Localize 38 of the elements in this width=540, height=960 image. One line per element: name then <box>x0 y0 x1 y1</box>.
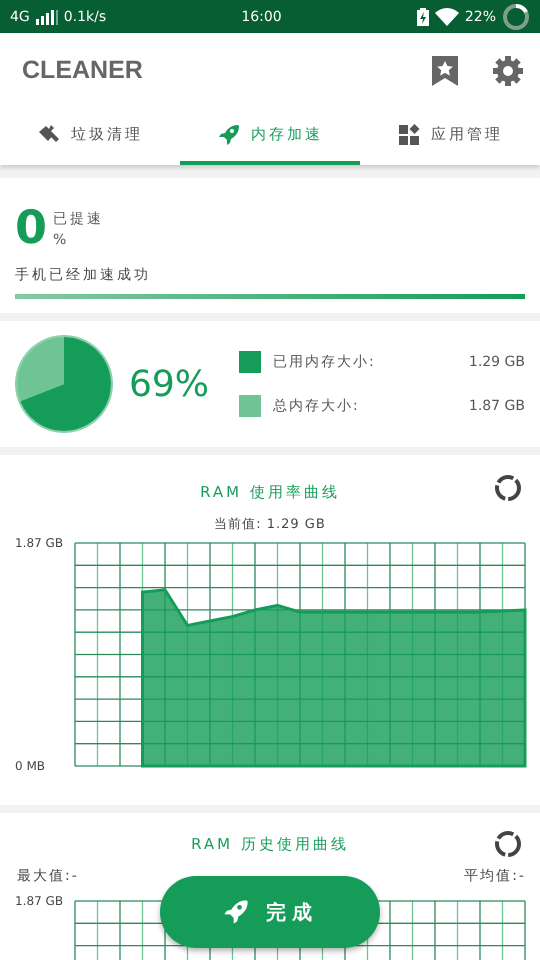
tab[interactable]: 内存加速 <box>180 108 360 165</box>
done-button[interactable]: 完成 <box>160 876 380 948</box>
legend-value: 1.87 GB <box>468 398 525 414</box>
clock: 16:00 <box>241 8 282 24</box>
network-speed: 0.1k/s <box>64 8 106 24</box>
legend-label: 总内存大小: <box>273 397 361 415</box>
average-value: 平均值:- <box>464 867 526 885</box>
y-axis-min-label: 0 MB <box>15 759 46 773</box>
rocket-icon <box>217 122 241 146</box>
wifi-icon <box>434 8 459 26</box>
y-axis-max-label: 1.87 GB <box>15 536 64 550</box>
legend-value: 1.29 GB <box>468 354 525 370</box>
battery-percent: 22% <box>464 8 496 24</box>
boost-caption: 已提速 <box>53 210 104 228</box>
bookmark-star-icon[interactable] <box>432 56 458 86</box>
refresh-ring-icon[interactable] <box>493 473 523 503</box>
rocket-icon <box>222 898 250 926</box>
apps-icon <box>397 122 421 146</box>
boost-message: 手机已经加速成功 <box>15 266 152 284</box>
app-title: CLEANER <box>22 56 144 85</box>
legend-label: 已用内存大小: <box>273 353 377 371</box>
signal-icon <box>36 8 58 24</box>
battery-charging-icon <box>416 8 429 26</box>
max-value: 最大值:- <box>17 867 79 885</box>
refresh-ring-icon[interactable] <box>493 829 523 859</box>
boost-value: 0 <box>15 204 48 250</box>
percent-unit: % <box>53 232 70 248</box>
tab[interactable]: 应用管理 <box>360 108 540 165</box>
pie-free-slice <box>17 337 64 402</box>
current-value: 当前值: 1.29 GB <box>213 516 327 533</box>
usage-percent: 69% <box>129 364 210 404</box>
settings-icon[interactable] <box>492 54 524 86</box>
network-type: 4G <box>10 8 30 24</box>
tab[interactable]: 垃圾清理 <box>0 108 180 165</box>
progress-ring-icon <box>502 2 530 30</box>
chart-title: RAM 历史使用曲线 <box>191 835 349 855</box>
chart-title: RAM 使用率曲线 <box>200 482 340 502</box>
y-axis-max-label: 1.87 GB <box>15 894 64 908</box>
